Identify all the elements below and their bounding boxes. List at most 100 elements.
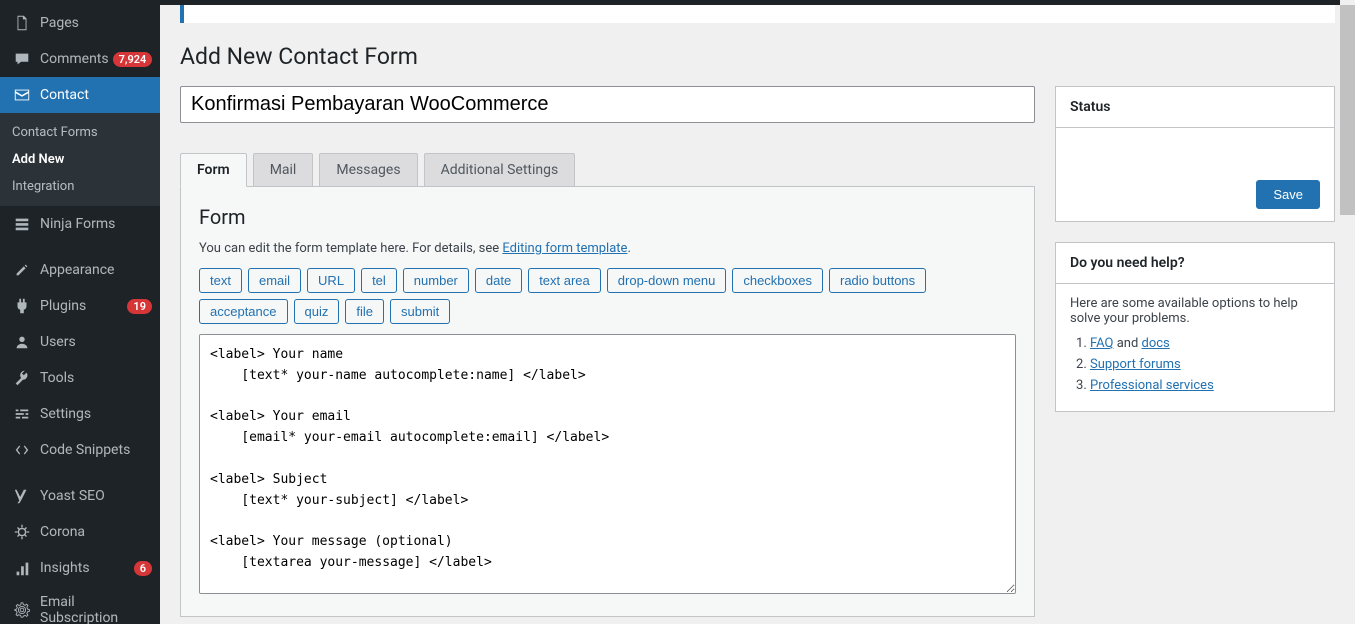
form-title-input[interactable]: [180, 86, 1035, 123]
tag-submit-button[interactable]: submit: [390, 299, 450, 324]
comments-icon: [12, 49, 32, 69]
sidebar-label: Ninja Forms: [40, 216, 152, 232]
professional-services-link[interactable]: Professional services: [1090, 378, 1214, 393]
sidebar-label: Code Snippets: [40, 442, 152, 458]
brush-icon: [12, 260, 32, 280]
sliders-icon: [12, 404, 32, 424]
sidebar-item-code-snippets[interactable]: Code Snippets: [0, 432, 160, 468]
sidebar-item-pages[interactable]: Pages: [0, 5, 160, 41]
tag-date-button[interactable]: date: [475, 268, 522, 293]
insights-icon: [12, 558, 32, 578]
help-item-forums: Support forums: [1090, 357, 1320, 372]
sidebar-label: Email Subscription: [40, 594, 152, 624]
panel-description: You can edit the form template here. For…: [199, 241, 1016, 256]
help-list: FAQ and docs Support forums Professional…: [1070, 336, 1320, 393]
plugins-badge: 19: [127, 299, 152, 314]
sidebar-item-comments[interactable]: Comments 7,924: [0, 41, 160, 77]
page-title: Add New Contact Form: [180, 43, 1335, 70]
admin-bar: [0, 0, 1340, 5]
tag-generator-row: textemailURLtelnumberdatetext areadrop-d…: [199, 268, 1016, 324]
tag-quiz-button[interactable]: quiz: [294, 299, 340, 324]
yoast-icon: [12, 486, 32, 506]
help-intro: Here are some available options to help …: [1070, 296, 1320, 326]
insights-badge: 6: [134, 561, 152, 576]
sidebar-item-settings[interactable]: Settings: [0, 396, 160, 432]
tag-text-area-button[interactable]: text area: [528, 268, 601, 293]
sidebar-label: Plugins: [40, 298, 123, 314]
wrench-icon: [12, 368, 32, 388]
submenu-contact: Contact Forms Add New Integration: [0, 113, 160, 206]
pages-icon: [12, 13, 32, 33]
submenu-integration[interactable]: Integration: [0, 173, 160, 200]
tag-tel-button[interactable]: tel: [361, 268, 397, 293]
sidebar-item-plugins[interactable]: Plugins 19: [0, 288, 160, 324]
desc-text: You can edit the form template here. For…: [199, 241, 502, 256]
sidebar-label: Yoast SEO: [40, 488, 152, 504]
sidebar-label: Tools: [40, 370, 152, 386]
tag-radio-buttons-button[interactable]: radio buttons: [829, 268, 926, 293]
tag-text-button[interactable]: text: [199, 268, 242, 293]
tab-form[interactable]: Form: [180, 153, 247, 187]
sidebar-item-ninja-forms[interactable]: Ninja Forms: [0, 206, 160, 242]
plug-icon: [12, 296, 32, 316]
sidebar-label: Appearance: [40, 262, 152, 278]
sidebar-item-insights[interactable]: Insights 6: [0, 550, 160, 586]
sidebar-item-yoast-seo[interactable]: Yoast SEO: [0, 478, 160, 514]
sidebar-item-tools[interactable]: Tools: [0, 360, 160, 396]
user-icon: [12, 332, 32, 352]
tag-acceptance-button[interactable]: acceptance: [199, 299, 288, 324]
sidebar-label: Comments: [40, 51, 109, 67]
form-panel: Form You can edit the form template here…: [180, 186, 1035, 617]
admin-notice: [180, 5, 1335, 23]
sidebar-label: Users: [40, 334, 152, 350]
desc-text: .: [627, 241, 630, 256]
status-body: [1056, 128, 1334, 168]
sidebar-label: Insights: [40, 560, 130, 576]
tabs: Form Mail Messages Additional Settings: [180, 153, 1035, 186]
vertical-scrollbar[interactable]: [1340, 5, 1355, 624]
sidebar-item-corona[interactable]: Corona: [0, 514, 160, 550]
help-text: and: [1113, 336, 1141, 351]
sidebar-item-appearance[interactable]: Appearance: [0, 252, 160, 288]
tag-URL-button[interactable]: URL: [307, 268, 355, 293]
code-icon: [12, 440, 32, 460]
form-template-textarea[interactable]: [199, 334, 1016, 594]
tag-file-button[interactable]: file: [345, 299, 384, 324]
mail-icon: [12, 85, 32, 105]
status-box: Status Save: [1055, 86, 1335, 222]
tab-messages[interactable]: Messages: [319, 153, 417, 186]
sidebar-label: Contact: [40, 87, 152, 103]
help-heading: Do you need help?: [1056, 243, 1334, 284]
submenu-add-new[interactable]: Add New: [0, 146, 160, 173]
help-item-pro: Professional services: [1090, 378, 1320, 393]
tag-number-button[interactable]: number: [403, 268, 469, 293]
sidebar-item-contact[interactable]: Contact: [0, 77, 160, 113]
submenu-contact-forms[interactable]: Contact Forms: [0, 119, 160, 146]
tab-mail[interactable]: Mail: [253, 153, 314, 186]
comments-badge: 7,924: [113, 52, 153, 67]
status-heading: Status: [1056, 87, 1334, 128]
tab-additional-settings[interactable]: Additional Settings: [424, 153, 576, 186]
sidebar-item-email-subscription[interactable]: Email Subscription: [0, 586, 160, 624]
tag-drop-down-menu-button[interactable]: drop-down menu: [607, 268, 727, 293]
panel-heading: Form: [199, 205, 1016, 229]
sidebar-item-users[interactable]: Users: [0, 324, 160, 360]
help-box: Do you need help? Here are some availabl…: [1055, 242, 1335, 412]
content-area: Add New Contact Form Form Mail Messages …: [160, 0, 1355, 624]
tag-email-button[interactable]: email: [248, 268, 301, 293]
support-forums-link[interactable]: Support forums: [1090, 357, 1181, 372]
admin-sidebar: Pages Comments 7,924 Contact Contact For…: [0, 0, 160, 624]
scrollbar-thumb[interactable]: [1340, 5, 1355, 215]
gear-icon: [12, 600, 32, 620]
help-item-faq: FAQ and docs: [1090, 336, 1320, 351]
virus-icon: [12, 522, 32, 542]
faq-link[interactable]: FAQ: [1090, 336, 1113, 351]
sidebar-label: Settings: [40, 406, 152, 422]
tag-checkboxes-button[interactable]: checkboxes: [732, 268, 823, 293]
docs-link[interactable]: docs: [1142, 336, 1170, 351]
sidebar-label: Corona: [40, 524, 152, 540]
save-button[interactable]: Save: [1256, 180, 1320, 209]
ninja-forms-icon: [12, 214, 32, 234]
sidebar-label: Pages: [40, 15, 152, 31]
editing-template-link[interactable]: Editing form template: [502, 241, 627, 256]
